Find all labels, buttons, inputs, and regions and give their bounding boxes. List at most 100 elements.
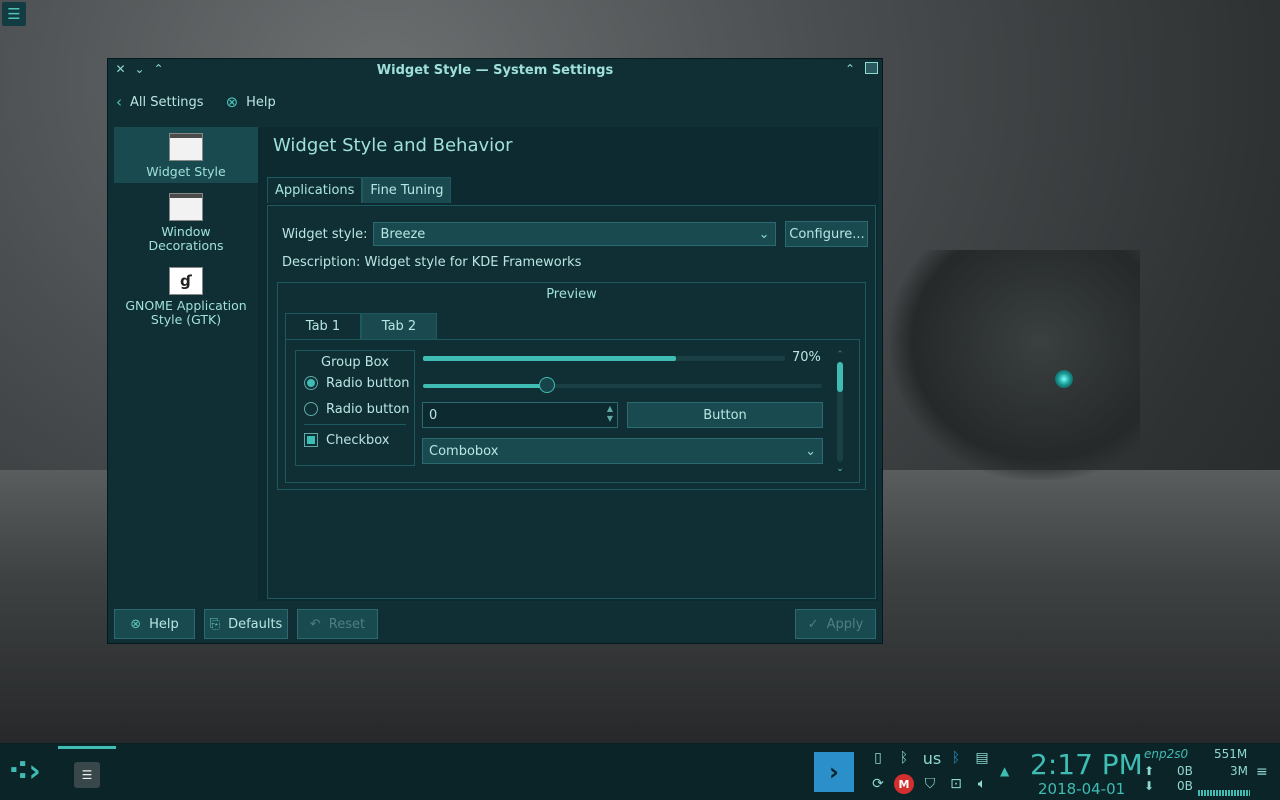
radio-label: Radio button — [326, 401, 410, 417]
help-nav-button[interactable]: ⊗ Help — [218, 93, 284, 111]
checkmark-icon: ✓ — [807, 616, 819, 632]
preview-tab-bar: Tab 1 Tab 2 — [285, 313, 437, 339]
window-title: Widget Style — System Settings — [376, 63, 614, 78]
checkbox-label: Checkbox — [326, 432, 390, 448]
window-menu-icon[interactable] — [865, 62, 878, 74]
app-launcher-icon[interactable]: ⁖› — [8, 754, 41, 789]
volume-icon[interactable]: 🔈︎ — [972, 774, 992, 794]
bluetooth-icon[interactable]: ᛒ — [894, 748, 914, 768]
preview-frame: Preview Tab 1 Tab 2 Group Box Radio butt… — [277, 282, 866, 490]
wallpaper-robot — [890, 250, 1140, 480]
progress-fill — [423, 356, 677, 361]
network-interface-name: enp2s0 — [1144, 747, 1189, 761]
group-separator — [304, 424, 406, 425]
lifebuoy-icon: ⊗ — [225, 93, 239, 111]
scroll-up-icon[interactable]: ⌃ — [834, 350, 846, 360]
tab-bar: Applications Fine Tuning — [267, 177, 452, 203]
defaults-button[interactable]: ⎘ Defaults — [204, 609, 288, 639]
radio-button-1[interactable]: Radio button — [304, 370, 414, 396]
titlebar[interactable]: ✕ ⌄ ⌃ Widget Style — System Settings ⌃ — [108, 59, 882, 81]
tray-expand-icon[interactable]: ▲ — [1000, 764, 1009, 778]
scroll-trough[interactable] — [837, 362, 843, 462]
active-task-indicator — [58, 746, 116, 749]
reset-button-label: Reset — [328, 616, 366, 632]
preview-combobox[interactable]: Combobox ⌄ — [422, 438, 823, 464]
terminal-launcher-icon[interactable]: › — [814, 752, 854, 792]
taskbar: ⁖› ☰ › ▯ ᛒ us ᛒ ▤ ⟳ M ⛉ ⊡ 🔈︎ ▲ 2:17 PM 2… — [0, 743, 1280, 800]
apply-button[interactable]: ✓ Apply — [795, 609, 876, 639]
panel-menu-icon[interactable]: ≡ — [1256, 764, 1268, 780]
scroll-thumb[interactable] — [837, 362, 843, 392]
sidebar-item-gtk-style[interactable]: ɠ GNOME Application Style (GTK) — [114, 261, 258, 331]
preview-button[interactable]: Button — [627, 402, 823, 428]
widget-style-thumbnail-icon — [169, 133, 203, 161]
chevron-down-icon: ⌄ — [758, 226, 770, 242]
sidebar-item-label: GNOME Application Style (GTK) — [125, 298, 247, 327]
preview-panel: Group Box Radio button Radio button Chec… — [285, 339, 860, 483]
help-button[interactable]: ⊗ Help — [114, 609, 195, 639]
desktop-menu-button[interactable]: ☰ — [2, 2, 26, 26]
download-value: 0B — [1177, 779, 1193, 793]
network-download: ⬇ 0B — [1144, 779, 1193, 793]
keyboard-layout[interactable]: us — [918, 748, 946, 768]
clipboard-icon[interactable]: ▤ — [972, 748, 992, 768]
widget-style-combobox[interactable]: Breeze ⌄ — [373, 222, 777, 246]
style-description: Description: Widget style for KDE Framew… — [282, 255, 582, 270]
upload-arrow-icon: ⬆ — [1144, 764, 1155, 778]
mail-icon[interactable]: M — [894, 774, 914, 794]
progress-label: 70% — [792, 350, 821, 365]
memory-other: 3M — [1230, 764, 1248, 778]
download-arrow-icon: ⬇ — [1144, 779, 1155, 793]
defaults-icon: ⎘ — [209, 616, 221, 632]
scroll-down-icon[interactable]: ⌄ — [834, 464, 846, 474]
sidebar-item-label: Window Decorations — [148, 224, 224, 253]
slider-fill — [423, 384, 547, 388]
configure-button[interactable]: Configure... — [785, 221, 869, 247]
updates-icon[interactable]: ⟳ — [868, 774, 888, 794]
preview-tab-2[interactable]: Tab 2 — [361, 313, 437, 339]
undo-icon: ↶ — [309, 616, 321, 632]
tab-fine-tuning[interactable]: Fine Tuning — [362, 177, 452, 203]
all-settings-label: All Settings — [130, 94, 204, 110]
spin-up-icon[interactable]: ▲ — [607, 404, 613, 414]
spin-down-icon[interactable]: ▼ — [607, 414, 613, 424]
clock-time[interactable]: 2:17 PM — [1030, 748, 1143, 781]
task-system-settings[interactable]: ☰ — [58, 746, 116, 798]
preview-combobox-value: Combobox — [429, 443, 499, 459]
sidebar: Widget Style Window Decorations ɠ GNOME … — [114, 127, 258, 601]
spinbox[interactable]: 0 ▲ ▼ — [422, 402, 618, 428]
checkbox[interactable]: Checkbox — [304, 427, 414, 453]
preview-scrollbar[interactable]: ⌃ ⌄ — [834, 350, 846, 474]
help-button-label: Help — [149, 616, 179, 632]
hamburger-icon: ☰ — [7, 5, 21, 23]
vpn-shield-icon[interactable]: ⛉ — [920, 774, 940, 794]
widget-style-value: Breeze — [380, 226, 426, 242]
clipboard-usb-icon[interactable]: ▯ — [868, 748, 888, 768]
system-tray: ▯ ᛒ us ᛒ ▤ ⟳ M ⛉ ⊡ 🔈︎ — [868, 748, 994, 796]
radio-button-2[interactable]: Radio button — [304, 396, 414, 422]
wallpaper-robot-eye — [1055, 370, 1073, 388]
sidebar-item-window-decorations[interactable]: Window Decorations — [114, 187, 258, 257]
all-settings-button[interactable]: ‹ All Settings — [108, 93, 212, 111]
network-icon[interactable]: ⊡ — [946, 774, 966, 794]
checkbox-indicator — [304, 433, 318, 447]
tab-applications[interactable]: Applications — [267, 177, 363, 203]
reset-button[interactable]: ↶ Reset — [297, 609, 378, 639]
group-box: Group Box Radio button Radio button Chec… — [295, 350, 415, 466]
button-bar: ⊗ Help ⎘ Defaults ↶ Reset ✓ Apply — [114, 609, 876, 639]
slider-handle[interactable] — [538, 377, 555, 393]
keep-above-icon[interactable]: ⌃ — [845, 62, 855, 76]
widget-style-row: Widget style: Breeze ⌄ Configure... — [282, 221, 869, 247]
apply-button-label: Apply — [826, 616, 864, 632]
system-settings-window: ✕ ⌄ ⌃ Widget Style — System Settings ⌃ ‹… — [107, 58, 883, 644]
preview-tab-1[interactable]: Tab 1 — [285, 313, 361, 339]
progress-bar — [423, 356, 785, 361]
bluetooth-manager-icon[interactable]: ᛒ — [946, 748, 966, 768]
clock-date[interactable]: 2018-04-01 — [1038, 780, 1125, 798]
slider[interactable] — [423, 377, 822, 393]
help-nav-label: Help — [246, 94, 276, 110]
radio-indicator — [304, 402, 318, 416]
window-decorations-thumbnail-icon — [169, 193, 203, 221]
settings-sliders-icon: ☰ — [74, 762, 100, 788]
sidebar-item-widget-style[interactable]: Widget Style — [114, 127, 258, 183]
